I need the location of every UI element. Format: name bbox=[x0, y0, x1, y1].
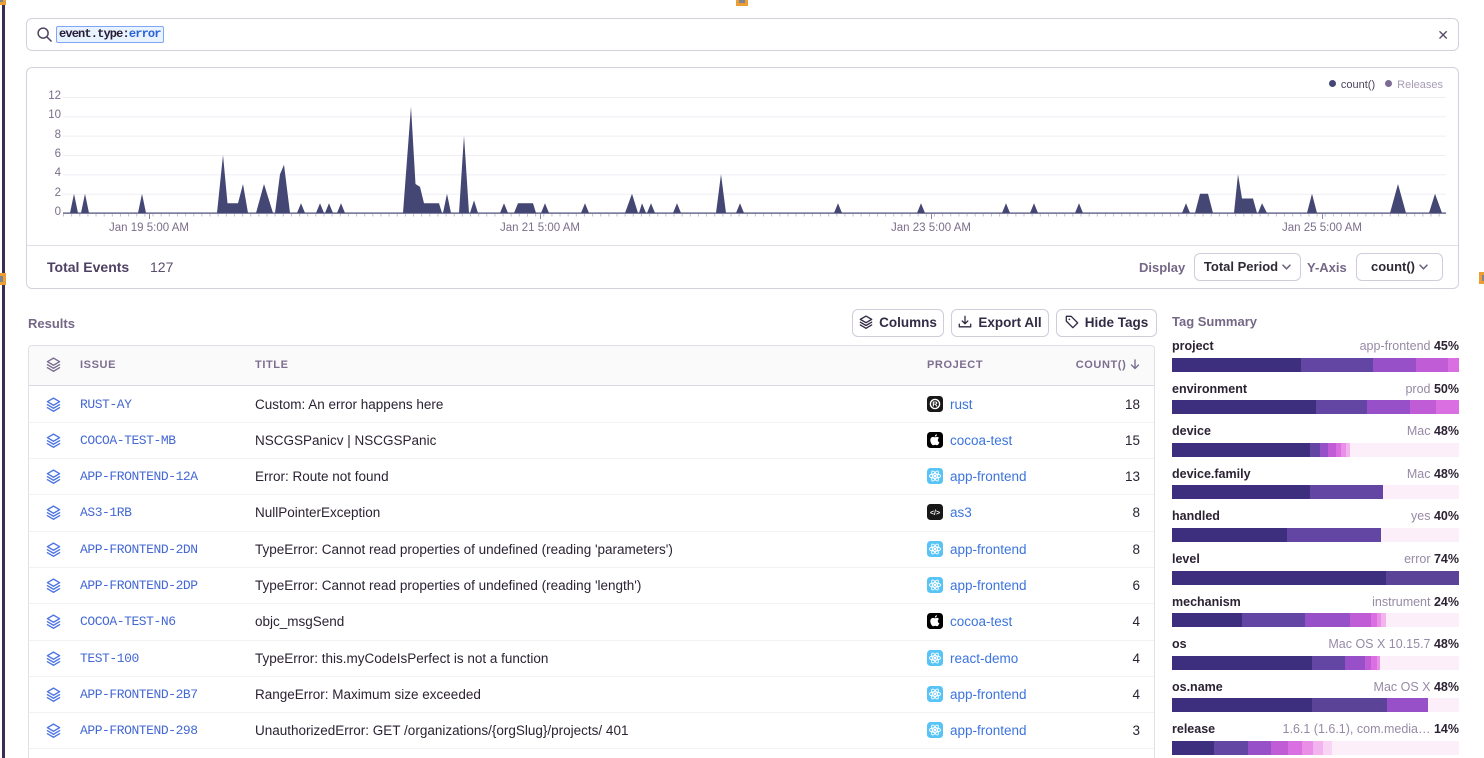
svg-text:R: R bbox=[932, 399, 938, 408]
svg-text:</>: </> bbox=[930, 510, 940, 517]
